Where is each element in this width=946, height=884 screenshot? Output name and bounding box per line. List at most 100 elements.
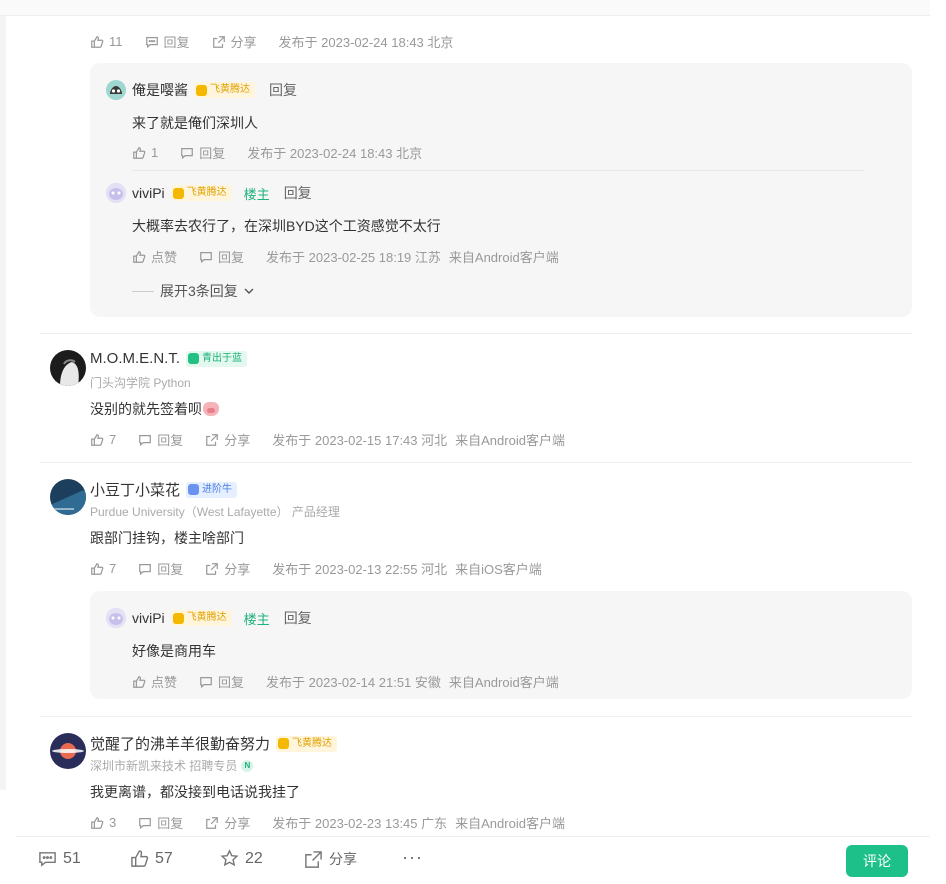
share-label: 分享 <box>224 433 251 448</box>
publish-meta: 发布于 2023-02-15 17:43 河北 <box>272 433 448 448</box>
favorite-button[interactable]: 22 <box>220 849 263 868</box>
expand-label: 展开3条回复 <box>160 283 238 299</box>
reply-label: 回复 <box>163 35 190 50</box>
thumb-up-icon <box>91 562 104 575</box>
reply-username[interactable]: viviPi <box>132 185 165 201</box>
reply-header: viviPi 飞黄腾达 楼主 回复 <box>106 183 312 203</box>
reply-button[interactable]: 回复 <box>138 813 183 832</box>
share-post-button[interactable]: 分享 <box>304 849 357 869</box>
comment-text: 跟部门挂钩，楼主啥部门 <box>90 530 244 546</box>
expand-line <box>132 290 154 292</box>
more-options-icon[interactable]: ··· <box>402 847 423 868</box>
reply-label: 回复 <box>218 250 245 265</box>
thumb-up-icon <box>131 850 149 867</box>
reply-link[interactable]: 回复 <box>269 80 297 100</box>
reply-link[interactable]: 回复 <box>284 608 312 628</box>
reply-header: 俺是嘤酱 飞黄腾达 回复 <box>106 80 297 100</box>
like-label: 点赞 <box>151 675 178 690</box>
chevron-down-icon <box>244 288 254 294</box>
reply-button[interactable]: 回复 <box>199 672 244 691</box>
avatar-image <box>50 350 86 386</box>
reply-button[interactable]: 回复 <box>145 32 190 51</box>
reply-header: viviPi 飞黄腾达 楼主 回复 <box>106 608 312 628</box>
reply-label: 回复 <box>157 562 184 577</box>
like-button[interactable]: 11 <box>90 34 123 49</box>
like-count: 7 <box>109 561 117 576</box>
expand-replies-button[interactable]: 展开3条回复 <box>132 281 255 301</box>
avatar[interactable] <box>50 350 86 386</box>
comment-actions: 3 回复 分享 发布于 2023-02-23 13:45 广东 来自Androi… <box>90 813 573 832</box>
reply-button[interactable]: 回复 <box>138 559 183 578</box>
level-badge: 青出于蓝 <box>186 350 247 367</box>
reply-button[interactable]: 回复 <box>180 143 225 162</box>
comment-username[interactable]: M.O.M.E.N.T. <box>90 350 180 367</box>
comment-username[interactable]: 小豆丁小菜花 <box>90 479 180 500</box>
share-button[interactable]: 分享 <box>205 559 250 578</box>
like-count: 7 <box>109 432 117 447</box>
reply-button[interactable]: 回复 <box>138 430 183 449</box>
reply-username[interactable]: viviPi <box>132 610 165 626</box>
share-icon <box>206 433 219 446</box>
share-button[interactable]: 分享 <box>205 430 250 449</box>
like-count: 11 <box>109 34 123 49</box>
like-count: 3 <box>109 815 117 830</box>
reply-button[interactable]: 回复 <box>199 247 244 266</box>
comments-button[interactable]: 51 <box>38 849 81 868</box>
like-button[interactable]: 7 <box>90 561 116 576</box>
comment-divider <box>40 462 912 463</box>
avatar-image <box>50 733 86 769</box>
like-button[interactable]: 点赞 <box>132 247 177 266</box>
share-label: 分享 <box>230 35 257 50</box>
share-icon <box>212 35 225 48</box>
reply-actions: 1 回复 发布于 2023-02-24 18:43 北京 <box>132 143 430 162</box>
reply-label: 回复 <box>199 146 226 161</box>
reply-actions: 点赞 回复 发布于 2023-02-25 18:19 江苏 来自Android客… <box>132 247 567 266</box>
avatar[interactable] <box>50 479 86 515</box>
level-badge: 飞黄腾达 <box>170 185 232 201</box>
thumb-up-icon <box>133 675 146 688</box>
new-badge: N <box>241 759 254 772</box>
comment-header: M.O.M.E.N.T. 青出于蓝 <box>90 350 247 367</box>
affiliation-text: 深圳市新凯来技术 招聘专员 <box>90 759 238 773</box>
avatar[interactable] <box>106 183 126 203</box>
badge-label: 进阶牛 <box>202 483 233 495</box>
share-button[interactable]: 分享 <box>205 813 250 832</box>
avatar[interactable] <box>106 608 126 628</box>
avatar[interactable] <box>50 733 86 769</box>
comment-icon <box>200 251 212 263</box>
share-icon <box>206 816 219 829</box>
comment-section: 11 回复 分享 发布于 2023-02-24 18:43 北京 俺是嘤酱 飞黄… <box>0 0 930 884</box>
like-post-button[interactable]: 57 <box>130 849 173 868</box>
level-badge: 飞黄腾达 <box>170 610 232 626</box>
like-button[interactable]: 点赞 <box>132 672 177 691</box>
badge-label: 飞黄腾达 <box>210 84 250 95</box>
user-affiliation: Purdue University（West Lafayette） 产品经理 <box>90 505 340 519</box>
avatar-image <box>106 608 126 628</box>
comment-icon <box>145 36 158 48</box>
publish-meta: 发布于 2023-02-13 22:55 河北 <box>272 562 448 577</box>
source-client: 来自iOS客户端 <box>455 562 542 577</box>
avatar[interactable] <box>106 80 126 100</box>
reply-text: 好像是商用车 <box>132 643 216 659</box>
comment-icon <box>139 563 152 575</box>
owner-tag: 楼主 <box>243 186 270 202</box>
share-button[interactable]: 分享 <box>212 32 257 51</box>
thumb-up-icon <box>133 146 146 159</box>
like-button[interactable]: 7 <box>90 432 116 447</box>
level-badge: 进阶牛 <box>186 481 238 498</box>
comment-icon <box>181 147 194 159</box>
comment-actions: 7 回复 分享 发布于 2023-02-13 22:55 河北 来自iOS客户端 <box>90 559 550 578</box>
reply-actions: 点赞 回复 发布于 2023-02-14 21:51 安徽 来自Android客… <box>132 672 567 691</box>
thumb-up-icon <box>91 433 104 446</box>
reply-link[interactable]: 回复 <box>284 183 312 203</box>
comments-count: 51 <box>63 849 81 867</box>
hexagon-icon <box>196 84 207 96</box>
comment-username[interactable]: 觉醒了的沸羊羊很勤奋努力 <box>90 733 270 754</box>
like-button[interactable]: 1 <box>132 145 158 160</box>
source-client: 来自Android客户端 <box>448 675 559 690</box>
thumb-up-icon <box>91 816 104 829</box>
comment-button[interactable]: 评论 <box>846 845 908 877</box>
reply-username[interactable]: 俺是嘤酱 <box>132 80 188 100</box>
comment-actions: 7 回复 分享 发布于 2023-02-15 17:43 河北 来自Androi… <box>90 430 573 449</box>
like-button[interactable]: 3 <box>90 815 116 830</box>
